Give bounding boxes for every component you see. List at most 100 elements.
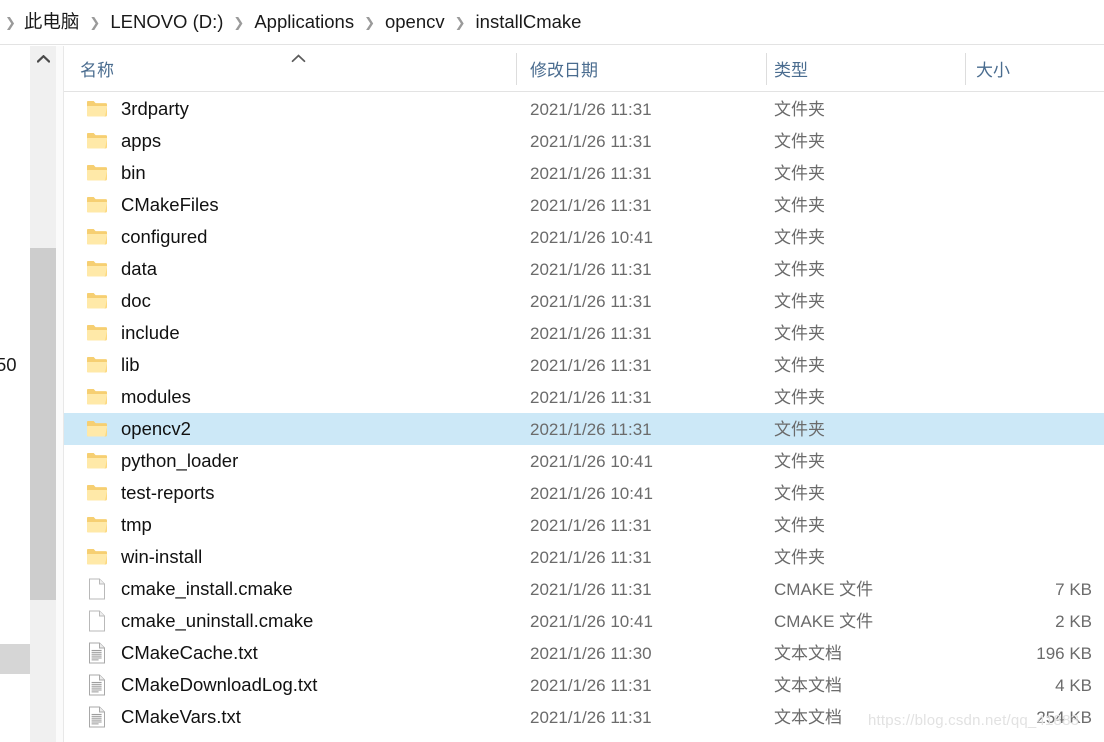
file-type: 文件夹	[774, 131, 825, 151]
file-name-cell[interactable]: configured	[64, 221, 207, 253]
table-row[interactable]: tmp 2021/1/26 11:31 文件夹	[64, 509, 1104, 541]
file-type: 文件夹	[774, 387, 825, 407]
file-list[interactable]: 3rdparty 2021/1/26 11:31 文件夹 apps 2021/1/26 …	[64, 93, 1104, 742]
table-row[interactable]: modules 2021/1/26 11:31 文件夹	[64, 381, 1104, 413]
file-explorer-window: ❯ 此电脑 ❯ LENOVO (D:) ❯ Applications ❯ opencv ❯ ins…	[0, 0, 1104, 742]
file-name-label: test-reports	[121, 481, 215, 503]
file-type: 文本文档	[774, 643, 842, 663]
breadcrumb-item-4[interactable]: opencv	[383, 11, 447, 34]
column-divider[interactable]	[516, 53, 517, 85]
file-name-cell[interactable]: cmake_install.cmake	[64, 573, 293, 605]
table-row[interactable]: win-install 2021/1/26 11:31 文件夹	[64, 541, 1104, 573]
file-modified-date: 2021/1/26 11:31	[530, 515, 652, 535]
file-name-cell[interactable]: data	[64, 253, 157, 285]
file-size: 2 KB	[1055, 611, 1092, 631]
breadcrumb: ❯ 此电脑 ❯ LENOVO (D:) ❯ Applications ❯ opencv ❯ ins…	[0, 0, 1104, 45]
table-row[interactable]: lib 2021/1/26 11:31 文件夹	[64, 349, 1104, 381]
table-row[interactable]: python_loader 2021/1/26 10:41 文件夹	[64, 445, 1104, 477]
table-row[interactable]: doc 2021/1/26 11:31 文件夹	[64, 285, 1104, 317]
file-name-cell[interactable]: bin	[64, 157, 146, 189]
file-modified-date: 2021/1/26 11:31	[530, 419, 652, 439]
column-header-4[interactable]: 大小	[976, 46, 1010, 91]
navigation-pane-remnant: 50))	[0, 46, 30, 742]
file-modified-date: 2021/1/26 11:31	[530, 355, 652, 375]
table-row[interactable]: CMakeFiles 2021/1/26 11:31 文件夹	[64, 189, 1104, 221]
file-size: 254 KB	[1036, 707, 1092, 727]
folder-icon	[86, 418, 108, 440]
text-document-icon	[86, 642, 108, 664]
file-name-cell[interactable]: CMakeVars.txt	[64, 701, 241, 733]
table-row[interactable]: 3rdparty 2021/1/26 11:31 文件夹	[64, 93, 1104, 125]
table-row[interactable]: configured 2021/1/26 10:41 文件夹	[64, 221, 1104, 253]
file-modified-date: 2021/1/26 11:31	[530, 675, 652, 695]
column-divider[interactable]	[766, 53, 767, 85]
file-name-label: python_loader	[121, 449, 239, 471]
scrollbar-thumb[interactable]	[30, 248, 56, 600]
file-name-cell[interactable]: apps	[64, 125, 161, 157]
file-type: 文件夹	[774, 515, 825, 535]
column-header-2[interactable]: 修改日期	[530, 46, 598, 91]
chevron-up-icon	[36, 55, 50, 63]
file-name-label: cmake_install.cmake	[121, 577, 293, 599]
file-name-cell[interactable]: CMakeCache.txt	[64, 637, 258, 669]
file-type: 文件夹	[774, 451, 825, 471]
file-type: 文件夹	[774, 483, 825, 503]
folder-icon	[86, 130, 108, 152]
file-name-cell[interactable]: opencv2	[64, 413, 191, 445]
breadcrumb-item-1[interactable]: 此电脑	[22, 11, 82, 34]
breadcrumb-separator: ❯	[364, 14, 375, 30]
folder-icon	[86, 258, 108, 280]
file-name-cell[interactable]: include	[64, 317, 180, 349]
breadcrumb-item-2[interactable]: LENOVO (D:)	[108, 11, 225, 34]
table-row[interactable]: cmake_install.cmake 2021/1/26 11:31 CMAKE …	[64, 573, 1104, 605]
table-row[interactable]: CMakeDownloadLog.txt 2021/1/26 11:31 文本文档 4…	[64, 669, 1104, 701]
file-name-cell[interactable]: cmake_uninstall.cmake	[64, 605, 313, 637]
folder-icon	[86, 194, 108, 216]
breadcrumb-separator: ❯	[233, 14, 245, 30]
file-name-cell[interactable]: lib	[64, 349, 140, 381]
breadcrumb-item-5[interactable]: installCmake	[474, 11, 584, 34]
table-row[interactable]: cmake_uninstall.cmake 2021/1/26 10:41 CMAK…	[64, 605, 1104, 637]
text-document-icon	[86, 674, 108, 696]
file-size: 196 KB	[1036, 643, 1092, 663]
vertical-scrollbar[interactable]	[30, 46, 56, 742]
table-row[interactable]: CMakeCache.txt 2021/1/26 11:30 文本文档 196 KB	[64, 637, 1104, 669]
file-modified-date: 2021/1/26 11:31	[530, 707, 652, 727]
file-name-label: configured	[121, 225, 208, 247]
folder-icon	[86, 514, 108, 536]
scroll-up-button[interactable]	[30, 46, 56, 72]
table-row[interactable]: include 2021/1/26 11:31 文件夹	[64, 317, 1104, 349]
table-row[interactable]: CMakeVars.txt 2021/1/26 11:31 文本文档 254 KB	[64, 701, 1104, 733]
file-name-cell[interactable]: tmp	[64, 509, 152, 541]
file-name-label: CMakeCache.txt	[121, 641, 258, 663]
file-modified-date: 2021/1/26 11:31	[530, 163, 652, 183]
file-name-cell[interactable]: CMakeDownloadLog.txt	[64, 669, 317, 701]
file-name-cell[interactable]: python_loader	[64, 445, 238, 477]
file-name-label: win-install	[121, 545, 203, 567]
folder-icon	[86, 546, 108, 568]
column-header-3[interactable]: 类型	[774, 46, 808, 91]
table-row[interactable]: apps 2021/1/26 11:31 文件夹	[64, 125, 1104, 157]
file-modified-date: 2021/1/26 10:41	[530, 611, 653, 631]
file-type: 文件夹	[774, 419, 825, 439]
column-divider[interactable]	[965, 53, 966, 85]
file-name-cell[interactable]: test-reports	[64, 477, 215, 509]
table-row[interactable]: data 2021/1/26 11:31 文件夹	[64, 253, 1104, 285]
file-name-label: lib	[121, 353, 140, 375]
file-type: 文件夹	[774, 227, 825, 247]
table-row[interactable]: bin 2021/1/26 11:31 文件夹	[64, 157, 1104, 189]
file-name-cell[interactable]: modules	[64, 381, 191, 413]
file-modified-date: 2021/1/26 11:31	[530, 579, 652, 599]
breadcrumb-item-3[interactable]: Applications	[252, 11, 356, 34]
file-modified-date: 2021/1/26 11:31	[530, 387, 652, 407]
file-name-label: 3rdparty	[121, 97, 189, 119]
file-name-cell[interactable]: win-install	[64, 541, 202, 573]
column-header-1[interactable]: 名称	[80, 46, 114, 91]
file-name-cell[interactable]: CMakeFiles	[64, 189, 219, 221]
table-row[interactable]: opencv2 2021/1/26 11:31 文件夹	[64, 413, 1104, 445]
file-name-cell[interactable]: 3rdparty	[64, 93, 189, 125]
file-name-cell[interactable]: doc	[64, 285, 151, 317]
file-name-label: CMakeVars.txt	[121, 705, 241, 727]
file-name-label: CMakeFiles	[121, 193, 219, 215]
table-row[interactable]: test-reports 2021/1/26 10:41 文件夹	[64, 477, 1104, 509]
